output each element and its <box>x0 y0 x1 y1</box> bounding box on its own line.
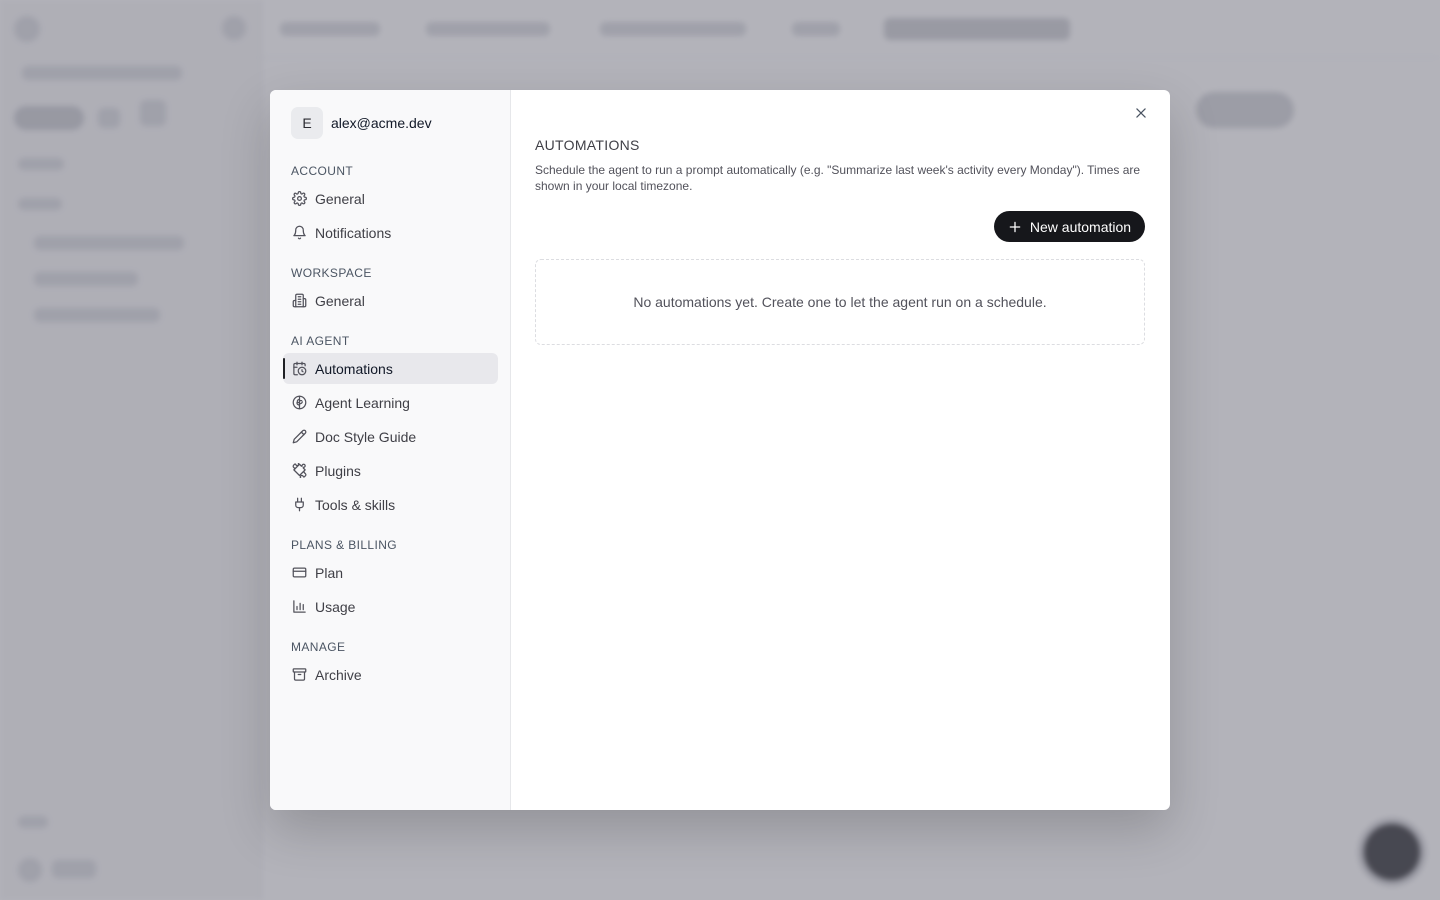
bell-icon <box>291 225 307 241</box>
close-icon <box>1134 106 1148 125</box>
nav-item-archive[interactable]: Archive <box>283 659 498 690</box>
page-title: AUTOMATIONS <box>535 137 640 153</box>
settings-content: AUTOMATIONS Schedule the agent to run a … <box>511 90 1170 810</box>
nav-item-label: Tools & skills <box>315 496 396 513</box>
section-label-manage: MANAGE <box>291 640 346 654</box>
nav-item-label: Agent Learning <box>315 394 410 411</box>
nav-item-label: Usage <box>315 598 356 615</box>
nav-item-plugins[interactable]: Plugins <box>283 455 498 486</box>
plug-icon <box>291 497 307 513</box>
building-icon <box>291 293 307 309</box>
nav-item-label: Doc Style Guide <box>315 428 417 445</box>
settings-modal: E alex@acme.dev ACCOUNT General Notifica… <box>270 90 1170 810</box>
nav-item-label: General <box>315 292 365 309</box>
avatar: E <box>291 107 323 139</box>
credit-card-icon <box>291 565 307 581</box>
pen-icon <box>291 429 307 445</box>
bar-chart-icon <box>291 599 307 615</box>
puzzle-icon <box>291 463 307 479</box>
nav-item-label: Plugins <box>315 462 361 479</box>
empty-state-text: No automations yet. Create one to let th… <box>633 294 1047 310</box>
section-label-workspace: WORKSPACE <box>291 266 372 280</box>
gear-icon <box>291 191 307 207</box>
page-description: Schedule the agent to run a prompt autom… <box>535 163 1141 193</box>
empty-state: No automations yet. Create one to let th… <box>535 259 1145 345</box>
user-header: E alex@acme.dev <box>291 107 432 139</box>
nav-item-account-general[interactable]: General <box>283 183 498 214</box>
archive-icon <box>291 667 307 683</box>
nav-item-label: Archive <box>315 666 362 683</box>
nav-item-automations[interactable]: Automations <box>283 353 498 384</box>
nav-item-tools-skills[interactable]: Tools & skills <box>283 489 498 520</box>
nav-item-notifications[interactable]: Notifications <box>283 217 498 248</box>
settings-nav: E alex@acme.dev ACCOUNT General Notifica… <box>270 90 511 810</box>
nav-item-label: Notifications <box>315 224 392 241</box>
nav-item-workspace-general[interactable]: General <box>283 285 498 316</box>
brain-icon <box>291 395 307 411</box>
section-label-ai-agent: AI AGENT <box>291 334 350 348</box>
nav-item-label: Automations <box>315 360 393 377</box>
section-label-plans-billing: PLANS & BILLING <box>291 538 398 552</box>
calendar-clock-icon <box>291 361 307 377</box>
nav-item-agent-learning[interactable]: Agent Learning <box>283 387 498 418</box>
nav-item-usage[interactable]: Usage <box>283 591 498 622</box>
new-automation-button[interactable]: New automation <box>994 211 1145 242</box>
section-label-account: ACCOUNT <box>291 164 354 178</box>
nav-item-plan[interactable]: Plan <box>283 557 498 588</box>
plus-icon <box>1008 220 1022 234</box>
nav-item-label: Plan <box>315 564 344 581</box>
close-button[interactable] <box>1132 106 1150 124</box>
user-email: alex@acme.dev <box>331 115 432 131</box>
nav-item-doc-style-guide[interactable]: Doc Style Guide <box>283 421 498 452</box>
new-automation-label: New automation <box>1029 218 1132 235</box>
nav-item-label: General <box>315 190 365 207</box>
